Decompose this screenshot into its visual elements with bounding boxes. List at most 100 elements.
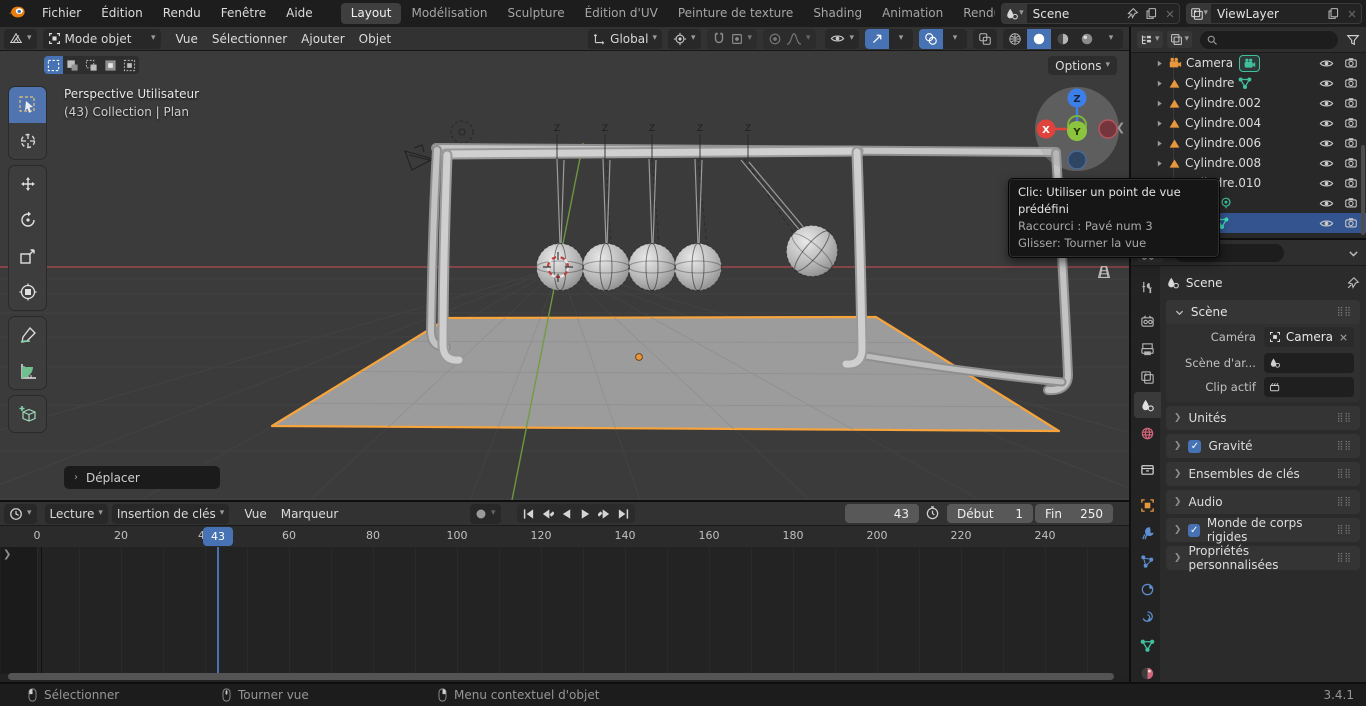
active-clip-field[interactable]	[1264, 377, 1354, 397]
expand-arrow-icon[interactable]	[1155, 159, 1164, 168]
outliner-row-cylindre-006[interactable]: Cylindre.006	[1131, 133, 1366, 153]
pin-id-icon[interactable]	[1346, 276, 1360, 291]
play-reverse-button[interactable]	[557, 505, 576, 522]
current-frame-field[interactable]: 43	[845, 504, 919, 523]
expand-arrow-icon[interactable]	[1155, 119, 1164, 128]
timeline-scrollbar[interactable]	[8, 673, 1114, 680]
menu-fichier[interactable]: Fichier	[32, 0, 91, 27]
jump-to-end-button[interactable]	[614, 505, 633, 522]
outliner-search-input[interactable]	[1200, 31, 1338, 49]
disable-render-icon[interactable]	[1344, 56, 1358, 70]
new-viewlayer-icon[interactable]	[1324, 7, 1343, 20]
section-proprietes-personnalisees[interactable]: ❯Propriétés personnalisées⣿⣿	[1166, 546, 1360, 570]
select-mode-invert[interactable]	[101, 56, 120, 74]
tool-transform[interactable]	[9, 274, 46, 310]
show-hide-button[interactable]: ▾	[825, 29, 859, 49]
viewlayer-name[interactable]: ViewLayer	[1211, 7, 1324, 21]
outliner-row-cylindre-008[interactable]: Cylindre.008	[1131, 153, 1366, 173]
camera-field[interactable]: Camera	[1264, 327, 1354, 347]
tool-rotate[interactable]	[9, 202, 46, 238]
editor-type-button[interactable]: ▾	[4, 29, 37, 49]
select-mode-intersect[interactable]	[120, 56, 139, 74]
tab-modelisation[interactable]: Modélisation	[401, 3, 497, 24]
operator-panel[interactable]: › Déplacer	[64, 466, 220, 489]
select-mode-subtract[interactable]	[82, 56, 101, 74]
tool-select-box[interactable]	[9, 87, 46, 123]
next-keyframe-button[interactable]	[595, 505, 614, 522]
menu-tl-vue[interactable]: Vue	[237, 507, 273, 521]
tab-layout[interactable]: Layout	[341, 3, 402, 24]
gizmo-dropdown[interactable]: ▾	[889, 29, 913, 49]
hide-viewport-icon[interactable]	[1319, 136, 1334, 151]
tool-move[interactable]	[9, 166, 46, 202]
expand-arrow-icon[interactable]	[1155, 139, 1164, 148]
outliner-row-cylindre-004[interactable]: Cylindre.004	[1131, 113, 1366, 133]
outliner-filter-icon[interactable]	[1346, 32, 1360, 47]
tab-edition-uv[interactable]: Édition d'UV	[575, 3, 668, 24]
expand-arrow-icon[interactable]	[1155, 99, 1164, 108]
light-data-icon[interactable]	[1219, 196, 1233, 210]
disable-render-icon[interactable]	[1344, 96, 1358, 110]
tool-cursor[interactable]	[9, 123, 46, 159]
clear-icon[interactable]	[1338, 332, 1349, 343]
menu-ajouter[interactable]: Ajouter	[294, 32, 352, 46]
region-collapse-arrow[interactable]: ❮	[1116, 121, 1125, 134]
start-frame-field[interactable]: Début1	[947, 504, 1033, 523]
xray-toggle[interactable]	[973, 29, 997, 49]
tab-modifiers-icon[interactable]	[1134, 520, 1161, 546]
hide-viewport-icon[interactable]	[1319, 56, 1334, 71]
delete-scene-icon[interactable]	[1161, 8, 1179, 20]
disable-render-icon[interactable]	[1344, 136, 1358, 150]
auto-keying-toggle[interactable]: ▾	[470, 504, 501, 524]
tab-particles-icon[interactable]	[1134, 548, 1161, 574]
mode-selector[interactable]: Mode objet ▾	[43, 29, 161, 49]
jump-to-start-button[interactable]	[519, 505, 538, 522]
tab-rendu-ws[interactable]: Rendu	[953, 3, 995, 24]
tool-scale[interactable]	[9, 238, 46, 274]
overlays-dropdown[interactable]: ▾	[943, 29, 967, 49]
select-mode-set[interactable]	[44, 56, 63, 74]
tool-measure[interactable]	[9, 353, 46, 389]
viewport-3d[interactable]: ZZZZZ	[0, 51, 1129, 500]
tab-viewlayer-icon[interactable]	[1134, 364, 1161, 390]
shading-dropdown[interactable]: ▾	[1099, 29, 1123, 49]
hide-viewport-icon[interactable]	[1319, 76, 1334, 91]
properties-options-chevron[interactable]	[1347, 246, 1360, 260]
timeline-expand-arrow[interactable]: ❯	[3, 549, 11, 560]
hide-viewport-icon[interactable]	[1319, 196, 1334, 211]
tab-sculpture[interactable]: Sculpture	[497, 3, 574, 24]
pin-icon[interactable]	[1123, 7, 1142, 20]
timeline-body[interactable]: ❯	[0, 547, 1129, 674]
disable-render-icon[interactable]	[1344, 116, 1358, 130]
disable-render-icon[interactable]	[1344, 196, 1358, 210]
rigidbody-world-checkbox[interactable]: ✓	[1188, 524, 1199, 537]
show-gizmo-toggle[interactable]	[865, 29, 889, 49]
menu-insertion-cles[interactable]: Insertion de clés▾	[112, 504, 229, 524]
pivot-point-button[interactable]: ▾	[668, 29, 701, 49]
outliner-scrollbar[interactable]	[1361, 145, 1365, 235]
disable-render-icon[interactable]	[1344, 176, 1358, 190]
tab-output-icon[interactable]	[1134, 336, 1161, 362]
hide-viewport-icon[interactable]	[1319, 216, 1334, 231]
transform-orientation[interactable]: Global ▾	[588, 29, 662, 49]
tab-object-data-icon[interactable]	[1134, 632, 1161, 658]
camera-data-icon[interactable]	[1239, 55, 1260, 72]
menu-vue[interactable]: Vue	[169, 32, 205, 46]
menu-marqueur[interactable]: Marqueur	[274, 507, 346, 521]
hide-viewport-icon[interactable]	[1319, 156, 1334, 171]
end-frame-field[interactable]: Fin250	[1035, 504, 1113, 523]
section-gravite[interactable]: ❯✓Gravité⣿⣿	[1166, 434, 1360, 458]
hide-viewport-icon[interactable]	[1319, 96, 1334, 111]
use-preview-range-icon[interactable]	[925, 505, 940, 523]
playhead-line[interactable]	[217, 547, 219, 674]
blender-logo[interactable]	[8, 5, 26, 22]
shading-material[interactable]	[1051, 29, 1075, 49]
delete-viewlayer-icon[interactable]	[1343, 8, 1361, 20]
scene-panel-header[interactable]: Scène ⣿⣿	[1166, 300, 1360, 324]
timeline-ruler[interactable]: 0 20 40 60 80 100 120 140 160 180 200 22…	[0, 525, 1129, 547]
menu-selectionner[interactable]: Sélectionner	[205, 32, 294, 46]
mesh-data-icon[interactable]	[1238, 76, 1252, 90]
tool-annotate[interactable]	[9, 317, 46, 353]
tab-animation[interactable]: Animation	[872, 3, 953, 24]
section-audio[interactable]: ❯Audio⣿⣿	[1166, 490, 1360, 514]
